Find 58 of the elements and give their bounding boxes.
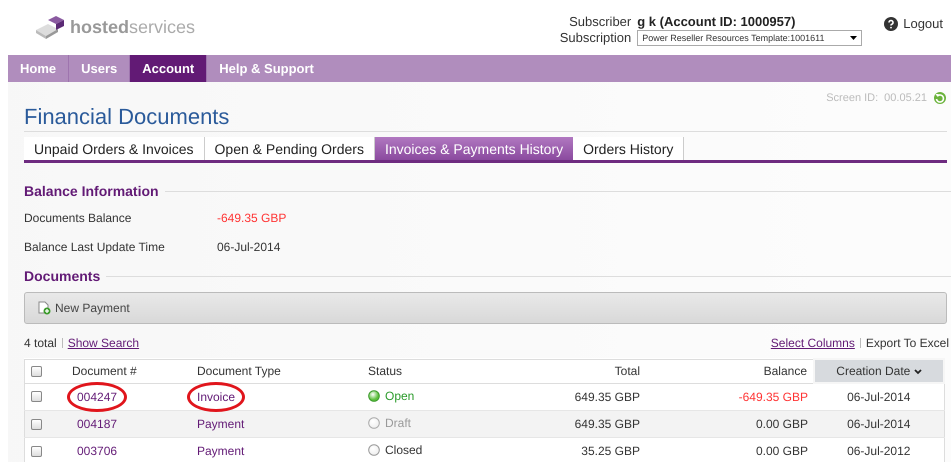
table-cell: 0.00 GBP [646,438,814,462]
field-label: Balance Last Update Time [24,240,165,254]
tab[interactable]: Orders History [573,137,684,160]
status-dot-icon [368,417,380,429]
document-type-link[interactable]: Payment [197,444,244,458]
subscriber-label: Subscriber [568,14,632,28]
status-label: Open [385,388,414,403]
document-link[interactable]: 004187 [77,417,118,431]
row-checkbox[interactable] [31,446,42,456]
tab[interactable]: Unpaid Orders & Invoices [24,137,205,160]
caret-icon [850,34,858,40]
tab[interactable]: Open & Pending Orders [204,137,375,160]
help-icon [884,16,898,30]
column-header[interactable]: Document # [57,359,191,383]
column-header[interactable]: Document Type [191,359,362,383]
logout-link[interactable]: Logout [903,16,943,31]
document-type-link[interactable]: Payment [197,417,244,431]
table-cell: 649.35 GBP [494,410,646,438]
row-checkbox[interactable] [31,418,42,430]
column-header[interactable]: Status [362,359,494,383]
sort-column-header[interactable]: Creation Date [814,359,944,383]
select-columns-link[interactable]: Select Columns [770,336,855,350]
section-heading: Documents [24,268,100,284]
document-link[interactable]: 003706 [77,444,118,458]
subscription-dropdown[interactable]: Power Reseller Resources Template:1001611 [637,30,862,46]
page-title: Financial Documents [24,104,947,132]
logo-icon [34,16,66,40]
document-link[interactable]: 004247 [77,390,118,404]
field-label: Documents Balance [24,211,132,225]
status-dot-icon [368,444,380,456]
row-checkbox[interactable] [31,391,42,402]
total-count: 4 total [24,336,57,350]
export-link[interactable]: Export To Excel [866,336,949,350]
table-cell: 06-Jul-2012 [814,438,944,462]
column-header[interactable]: Total [494,359,646,383]
logo-text: hostedservices [70,17,196,38]
field-value: -649.35 GBP [217,211,286,225]
tab[interactable]: Invoices & Payments History [374,137,574,160]
subscriber-name: g k (Account ID: 1000957) [637,14,796,28]
section-heading: Balance Information [24,183,159,199]
chevron-down-icon [914,369,922,375]
document-type-link[interactable]: Invoice [197,390,236,404]
nav-tab[interactable]: Account [130,55,208,82]
table-cell: 0.00 GBP [646,410,814,438]
status-label: Draft [385,416,412,430]
table-cell: 06-Jul-2014 [814,410,944,438]
status-label: Closed [385,443,422,457]
screen-id-value: 00.05.21 [884,92,927,104]
status-dot-icon [368,390,380,402]
show-search-link[interactable]: Show Search [68,336,140,350]
screen-id-label: Screen ID: [826,92,878,104]
subscription-label: Subscription [560,30,632,45]
new-payment-button[interactable]: New Payment [37,301,130,315]
select-all-checkbox[interactable] [31,366,42,376]
table-cell: 35.25 GBP [494,438,646,462]
add-document-icon [37,301,51,315]
refresh-icon[interactable] [933,91,947,105]
field-value: 06-Jul-2014 [217,240,280,254]
